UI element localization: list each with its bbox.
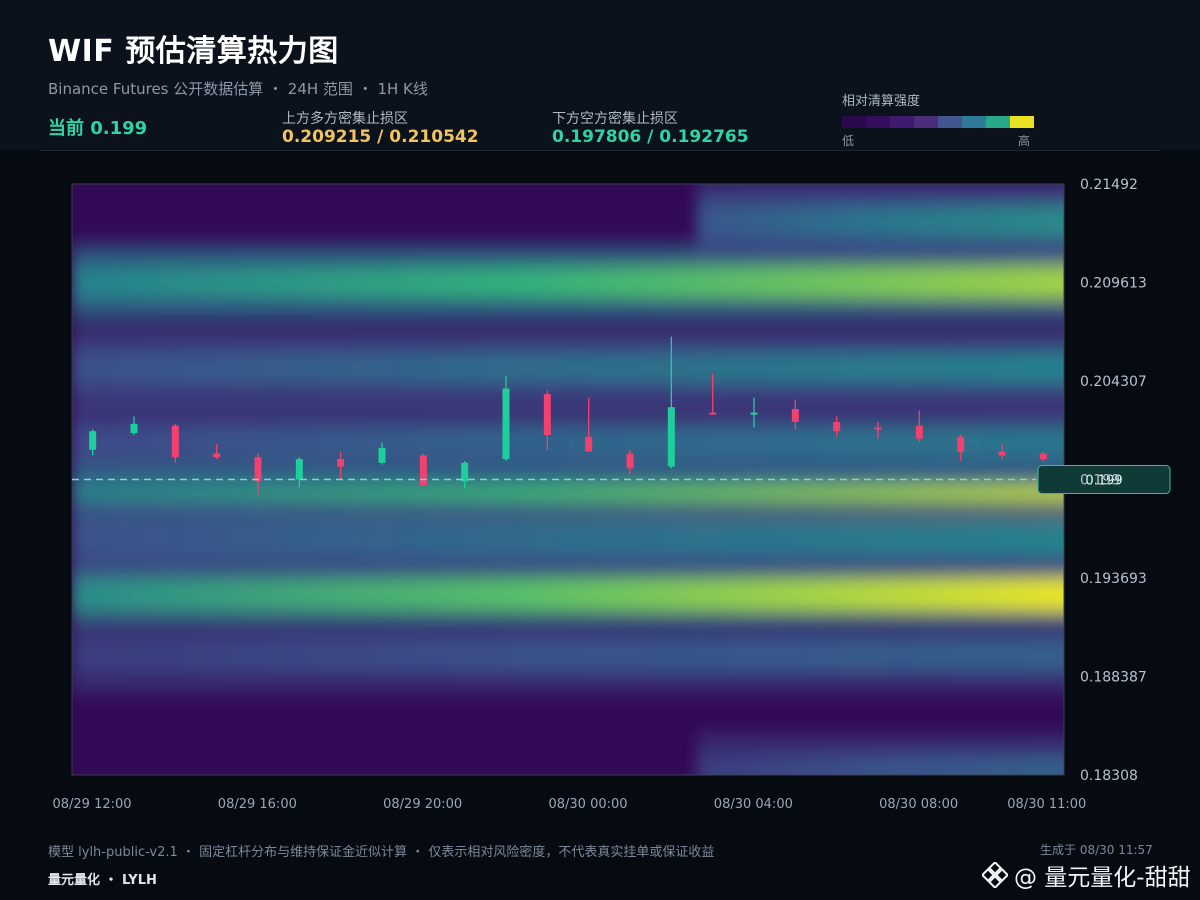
candle-body (543, 394, 551, 435)
candle-body (833, 421, 841, 432)
heat-band (696, 753, 1064, 775)
x-tick-label: 08/30 04:00 (714, 797, 793, 812)
heat-band (72, 576, 1064, 613)
x-tick-label: 08/30 08:00 (879, 797, 958, 812)
y-tick-label: 0.209613 (1080, 276, 1147, 292)
candle-body (171, 425, 179, 458)
candle-body (337, 459, 345, 467)
x-tick-label: 08/30 00:00 (548, 797, 627, 812)
watermark-text: @ 量元量化-甜甜 (1014, 865, 1191, 891)
candle-body (295, 459, 303, 480)
generated-time: 生成于 08/30 11:57 (1040, 843, 1153, 857)
model-footnote: 模型 lylh-public-v2.1 ・ 固定杠杆分布与维持保证金近似计算 ・… (48, 845, 715, 860)
candle-body (750, 412, 758, 415)
candle-body (957, 436, 965, 452)
y-tick-label: 0.18308 (1080, 768, 1138, 784)
heat-band (72, 350, 1064, 386)
binance-diamond-icon (982, 862, 1008, 888)
heat-band (696, 203, 1064, 240)
candle-body (254, 457, 262, 482)
heat-band (72, 521, 1064, 557)
candle-body (378, 447, 386, 463)
heat-band (72, 424, 1064, 461)
x-axis-ticks: 08/29 12:00 08/29 16:00 08/29 20:00 08/30 0… (52, 797, 1086, 812)
candle-body (915, 425, 923, 439)
candle-body (709, 412, 717, 415)
candle-body (791, 408, 799, 422)
brand-label: 量元量化 ・ LYLH (48, 873, 157, 888)
candle-body (130, 423, 138, 434)
y-tick-label: 0.21492 (1080, 177, 1138, 193)
x-tick-label: 08/29 12:00 (52, 797, 131, 812)
candle-body (1039, 453, 1047, 460)
x-tick-label: 08/29 16:00 (218, 797, 297, 812)
heat-band (72, 638, 1064, 674)
candle-body (461, 462, 469, 482)
y-tick-label: 0.204307 (1080, 374, 1147, 390)
candle-body (874, 427, 882, 430)
candle-body (626, 453, 634, 469)
x-tick-label: 08/30 11:00 (1007, 797, 1086, 812)
candle-body (419, 455, 427, 486)
watermark: @ 量元量化-甜甜 (982, 858, 1191, 892)
candle-body (667, 407, 675, 467)
x-tick-label: 08/29 20:00 (383, 797, 462, 812)
candle-body (998, 451, 1006, 456)
liquidation-heatmap-chart: 0.199 0.214920.2096130.2043070.1990.1936… (52, 177, 1171, 812)
candle-body (502, 388, 510, 460)
y-tick-label: 0.188387 (1080, 669, 1147, 685)
candle-body (585, 436, 593, 452)
candle-body (89, 431, 97, 450)
y-tick-label: 0.193693 (1080, 571, 1147, 587)
heat-band (72, 265, 1064, 301)
y-tick-label: 0.199 (1080, 473, 1120, 489)
candle-body (213, 453, 221, 458)
